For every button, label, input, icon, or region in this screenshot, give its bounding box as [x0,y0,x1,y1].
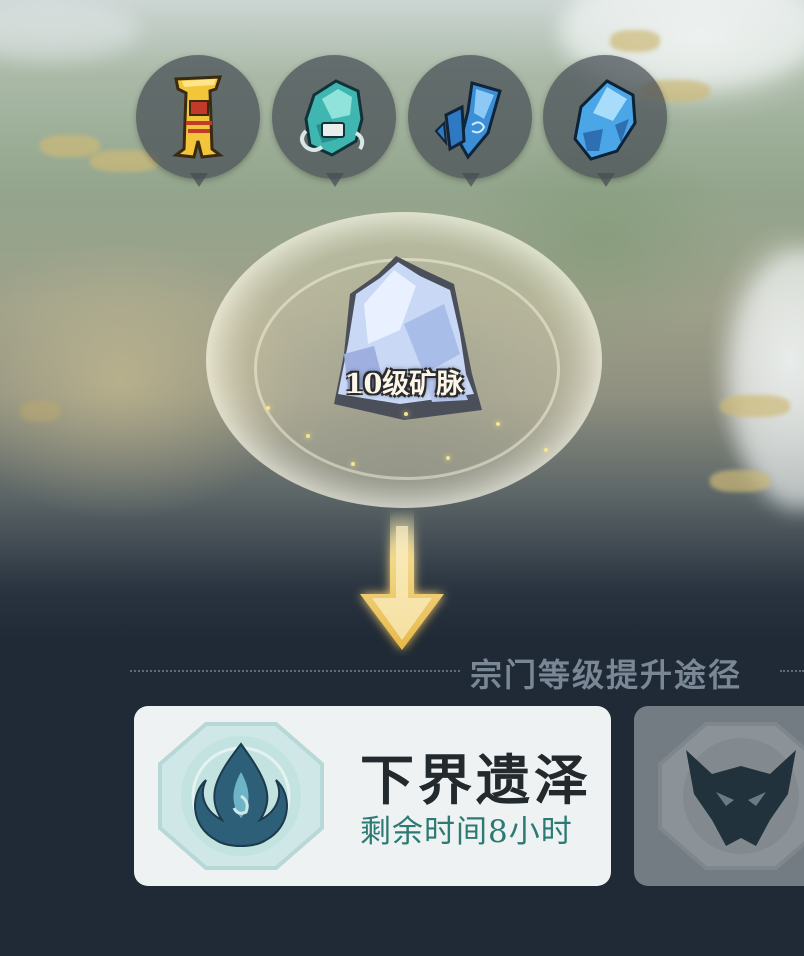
mine-level-label: 10级矿脉 [344,369,464,400]
teal-ore-icon [300,79,365,157]
blue-flame-emblem-icon [158,722,324,870]
upgrade-path-card-2[interactable] [634,706,804,886]
resource-bubble-blue-stone[interactable] [543,55,667,187]
mine-vein[interactable]: 10级矿脉 [206,212,602,508]
down-arrow-icon [360,510,444,650]
resource-bubble-token[interactable] [136,55,260,187]
section-divider-right [780,670,804,672]
game-scene: 10级矿脉 宗门等级提升途径 下界遗泽 剩余时间8小时 [0,0,804,956]
card-remaining-time: 剩余时间8小时 [360,814,573,850]
upgrade-path-card[interactable]: 下界遗泽 剩余时间8小时 [134,706,611,886]
section-divider-left [130,670,460,672]
resource-bubble-crystal-shards[interactable] [408,55,532,187]
section-title: 宗门等级提升途径 [470,656,743,694]
blue-stone-icon [573,79,637,161]
yellow-token-icon [172,75,224,159]
card-title: 下界遗泽 [360,748,592,812]
resource-bubble-jade-ore[interactable] [272,55,396,187]
demon-mask-emblem-icon [658,722,804,870]
blue-crystal-shards-icon [434,81,502,160]
